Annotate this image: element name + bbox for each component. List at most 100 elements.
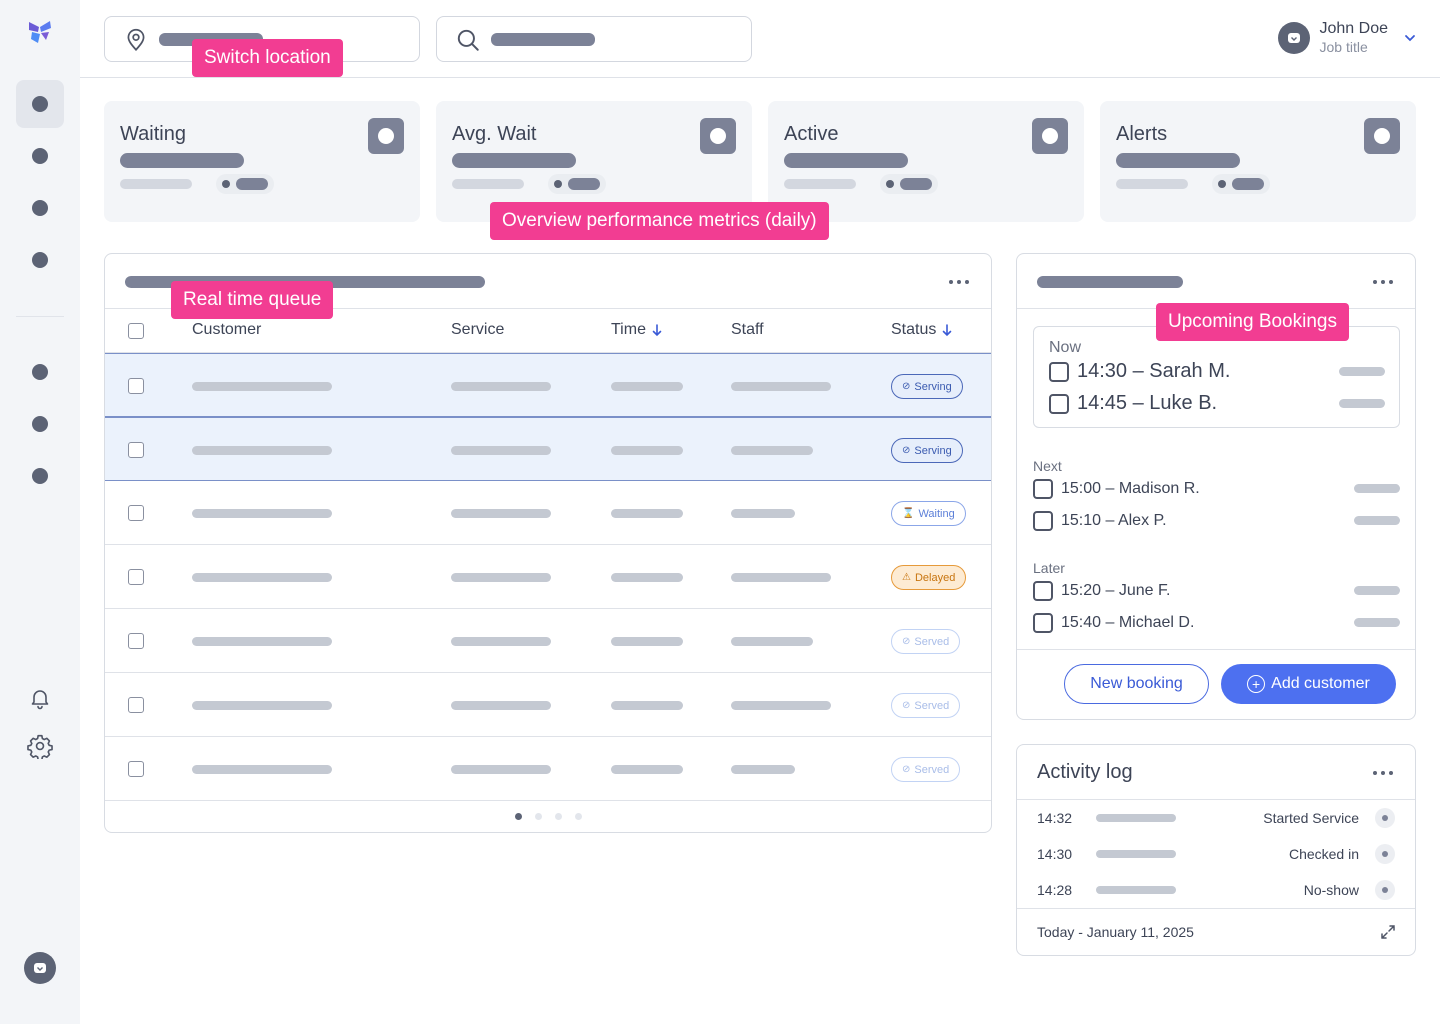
booking-item[interactable]: 15:10 – Alex P. <box>1033 511 1167 531</box>
table-row[interactable]: ⚠ Delayed <box>105 545 991 609</box>
nav-item-2[interactable] <box>16 132 64 180</box>
page-dot[interactable] <box>555 813 562 820</box>
activity-status-icon <box>1375 808 1395 828</box>
booking-checkbox[interactable] <box>1033 581 1053 601</box>
activity-log-title: Activity log <box>1037 761 1133 783</box>
metric-trend-pill <box>1212 174 1270 194</box>
avatar[interactable] <box>24 952 56 984</box>
nav-item-3[interactable] <box>16 184 64 232</box>
metric-title: Active <box>784 123 839 145</box>
add-customer-button[interactable]: + Add customer <box>1221 664 1396 704</box>
status-badge[interactable]: ⚠ Delayed <box>891 565 967 590</box>
service-placeholder <box>451 637 551 646</box>
staff-placeholder <box>731 509 795 518</box>
booking-checkbox[interactable] <box>1033 479 1053 499</box>
more-options-icon[interactable] <box>1373 274 1393 290</box>
page-dot[interactable] <box>535 813 542 820</box>
booking-label: 15:00 – Madison R. <box>1061 480 1200 497</box>
column-time[interactable]: Time <box>611 321 664 339</box>
customer-placeholder <box>192 573 332 582</box>
row-checkbox[interactable] <box>128 633 144 649</box>
more-options-icon[interactable] <box>949 274 969 290</box>
avatar-icon <box>1287 33 1300 43</box>
status-badge[interactable]: ⊘ Served <box>891 629 961 654</box>
activity-detail-placeholder <box>1096 814 1176 822</box>
booking-item[interactable]: 14:45 – Luke B. <box>1049 392 1217 415</box>
nav-item-5[interactable] <box>16 348 64 396</box>
column-customer[interactable]: Customer <box>192 321 261 339</box>
metric-value-placeholder <box>1116 153 1240 168</box>
gear-icon[interactable] <box>26 732 54 760</box>
booking-detail-placeholder <box>1354 516 1400 525</box>
service-placeholder <box>451 382 551 391</box>
nav-item-1[interactable] <box>16 80 64 128</box>
table-row[interactable]: ⊘ Served <box>105 737 991 801</box>
nav-item-6[interactable] <box>16 400 64 448</box>
row-checkbox[interactable] <box>128 569 144 585</box>
status-badge[interactable]: ⊘ Serving <box>891 438 963 463</box>
booking-detail-placeholder <box>1339 399 1385 408</box>
bell-icon[interactable] <box>26 684 54 712</box>
status-badge[interactable]: ⌛ Waiting <box>891 501 966 526</box>
row-checkbox[interactable] <box>128 761 144 777</box>
column-service[interactable]: Service <box>451 321 504 339</box>
app-logo-icon[interactable] <box>26 18 54 46</box>
table-row[interactable]: ⊘ Served <box>105 673 991 737</box>
booking-checkbox[interactable] <box>1049 361 1069 382</box>
status-label: Served <box>914 699 950 712</box>
column-staff[interactable]: Staff <box>731 321 764 339</box>
divider <box>1017 649 1415 650</box>
select-all-checkbox[interactable] <box>128 323 144 339</box>
metric-card-alerts[interactable]: Alerts <box>1100 101 1416 222</box>
booking-checkbox[interactable] <box>1033 613 1053 633</box>
nav-item-4[interactable] <box>16 236 64 284</box>
booking-item[interactable]: 15:00 – Madison R. <box>1033 479 1200 499</box>
metric-trend-pill <box>216 174 274 194</box>
status-badge[interactable]: ⊘ Serving <box>891 374 963 399</box>
activity-log-panel: Activity log 14:32 Started Service 14:30… <box>1016 744 1416 956</box>
metric-icon <box>368 118 404 154</box>
page-dot[interactable] <box>575 813 582 820</box>
table-row[interactable]: ⌛ Waiting <box>105 481 991 545</box>
search-input[interactable] <box>436 16 752 62</box>
activity-time: 14:32 <box>1037 810 1073 826</box>
table-row[interactable]: ⊘ Serving <box>105 353 991 417</box>
booking-item[interactable]: 15:40 – Michael D. <box>1033 613 1194 633</box>
column-status[interactable]: Status <box>891 321 954 339</box>
service-placeholder <box>451 765 551 774</box>
customer-placeholder <box>192 701 332 710</box>
expand-icon[interactable] <box>1379 923 1397 941</box>
booking-item[interactable]: 14:30 – Sarah M. <box>1049 360 1230 383</box>
check-circle-icon: ⊘ <box>902 381 911 392</box>
metric-subtext-placeholder <box>1116 179 1188 189</box>
status-badge[interactable]: ⊘ Served <box>891 757 961 782</box>
customer-placeholder <box>192 509 332 518</box>
booking-label: 15:20 – June F. <box>1061 582 1171 599</box>
row-checkbox[interactable] <box>128 697 144 713</box>
row-checkbox[interactable] <box>128 442 144 458</box>
avatar-icon <box>34 963 46 973</box>
status-badge[interactable]: ⊘ Served <box>891 693 961 718</box>
booking-label: 15:40 – Michael D. <box>1061 614 1195 631</box>
service-placeholder <box>451 509 551 518</box>
new-booking-button[interactable]: New booking <box>1064 664 1209 704</box>
table-row[interactable]: ⊘ Serving <box>105 417 991 481</box>
chevron-down-icon[interactable] <box>1404 32 1416 44</box>
row-checkbox[interactable] <box>128 378 144 394</box>
booking-checkbox[interactable] <box>1049 393 1069 414</box>
table-row[interactable]: ⊘ Served <box>105 609 991 673</box>
now-bookings-box: Now 14:30 – Sarah M. 14:45 – Luke B. <box>1033 326 1400 428</box>
more-options-icon[interactable] <box>1373 765 1393 781</box>
metric-card-waiting[interactable]: Waiting <box>104 101 420 222</box>
service-placeholder <box>451 446 551 455</box>
pagination <box>515 813 585 821</box>
annotation-realtime-queue: Real time queue <box>171 281 334 319</box>
time-placeholder <box>611 637 683 646</box>
nav-item-7[interactable] <box>16 452 64 500</box>
user-menu[interactable]: John Doe Job title <box>1277 18 1417 58</box>
row-checkbox[interactable] <box>128 505 144 521</box>
booking-checkbox[interactable] <box>1033 511 1053 531</box>
page-dot[interactable] <box>515 813 522 820</box>
booking-label: 15:10 – Alex P. <box>1061 512 1167 529</box>
booking-item[interactable]: 15:20 – June F. <box>1033 581 1170 601</box>
